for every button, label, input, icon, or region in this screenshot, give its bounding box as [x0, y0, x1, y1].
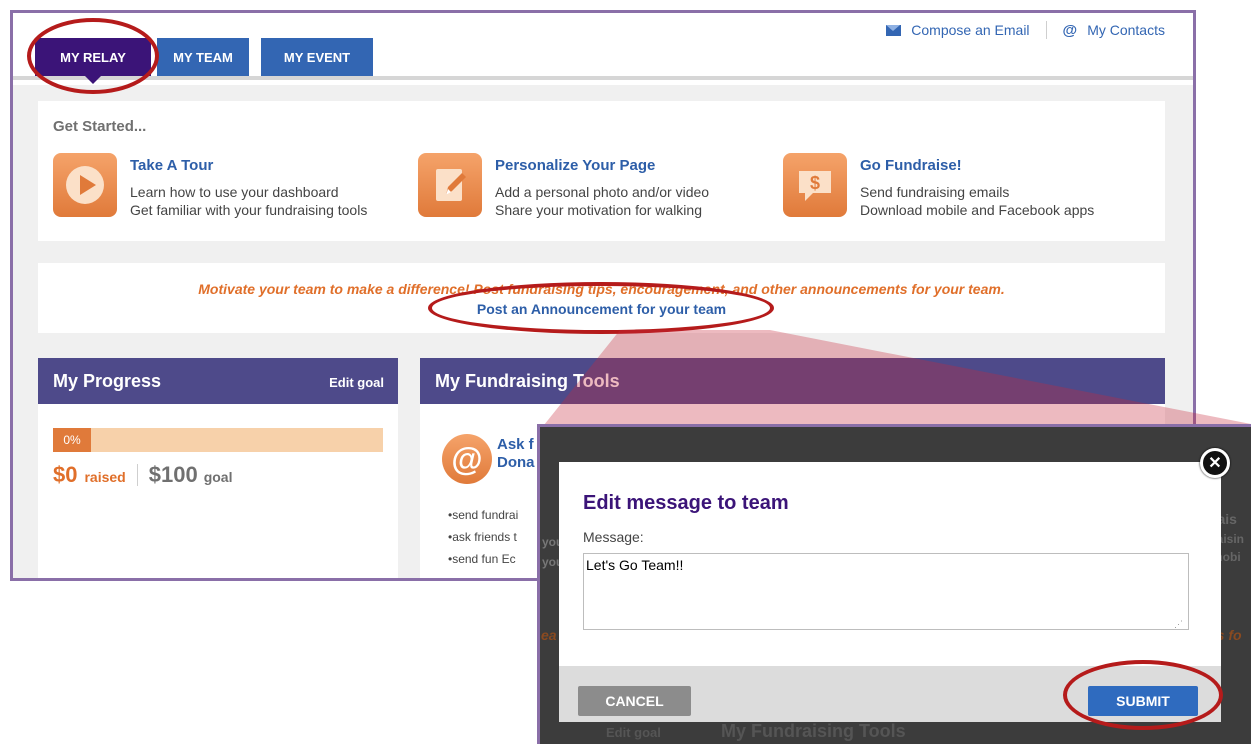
ghost-text: ea [541, 627, 557, 643]
message-textarea[interactable]: Let's Go Team!! [583, 553, 1189, 630]
cancel-button[interactable]: CANCEL [578, 686, 691, 716]
ghost-text: My Fundraising Tools [721, 721, 906, 741]
message-label: Message: [583, 529, 644, 545]
resize-grip-icon[interactable]: ⋰ [1174, 619, 1183, 630]
stage: MY RELAY MY TEAM MY EVENT Compose an Ema… [0, 0, 1251, 744]
ghost-text: Edit goal [606, 725, 661, 740]
dialog-title: Edit message to team [583, 492, 789, 514]
close-icon[interactable]: ✕ [1200, 448, 1230, 478]
highlight-ring-submit [1063, 660, 1223, 730]
